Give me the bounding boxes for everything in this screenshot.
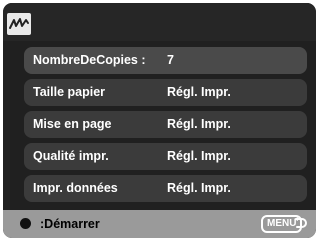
print-wave-icon: [9, 18, 29, 29]
menu-item-label: Mise en page: [33, 117, 112, 131]
return-arrow-icon: [294, 217, 307, 228]
menu-item-label: NombreDeCopies :: [33, 53, 146, 67]
menu-item-paper-size[interactable]: Taille papier Régl. Impr.: [24, 79, 307, 106]
start-label[interactable]: :Démarrer: [40, 217, 100, 231]
menu-item-label: Taille papier: [33, 85, 106, 99]
menu-item-layout[interactable]: Mise en page Régl. Impr.: [24, 111, 307, 138]
print-tab[interactable]: [7, 13, 31, 35]
menu-item-value: Régl. Impr.: [167, 149, 231, 163]
start-button-icon: [20, 218, 31, 229]
menu-item-value: Régl. Impr.: [167, 181, 231, 195]
menu-item-label: Impr. données: [33, 181, 118, 195]
menu-item-copies[interactable]: NombreDeCopies : 7: [24, 47, 307, 74]
menu-item-data-print[interactable]: Impr. données Régl. Impr.: [24, 175, 307, 202]
menu-header: [3, 3, 316, 41]
menu-item-value: 7: [167, 53, 174, 67]
menu-item-value: Régl. Impr.: [167, 85, 231, 99]
menu-item-label: Qualité impr.: [33, 149, 109, 163]
footer-bar: :Démarrer MENU: [3, 210, 316, 238]
menu-item-value: Régl. Impr.: [167, 117, 231, 131]
camera-menu-screen: NombreDeCopies : 7 Taille papier Régl. I…: [3, 3, 316, 238]
menu-item-print-quality[interactable]: Qualité impr. Régl. Impr.: [24, 143, 307, 170]
